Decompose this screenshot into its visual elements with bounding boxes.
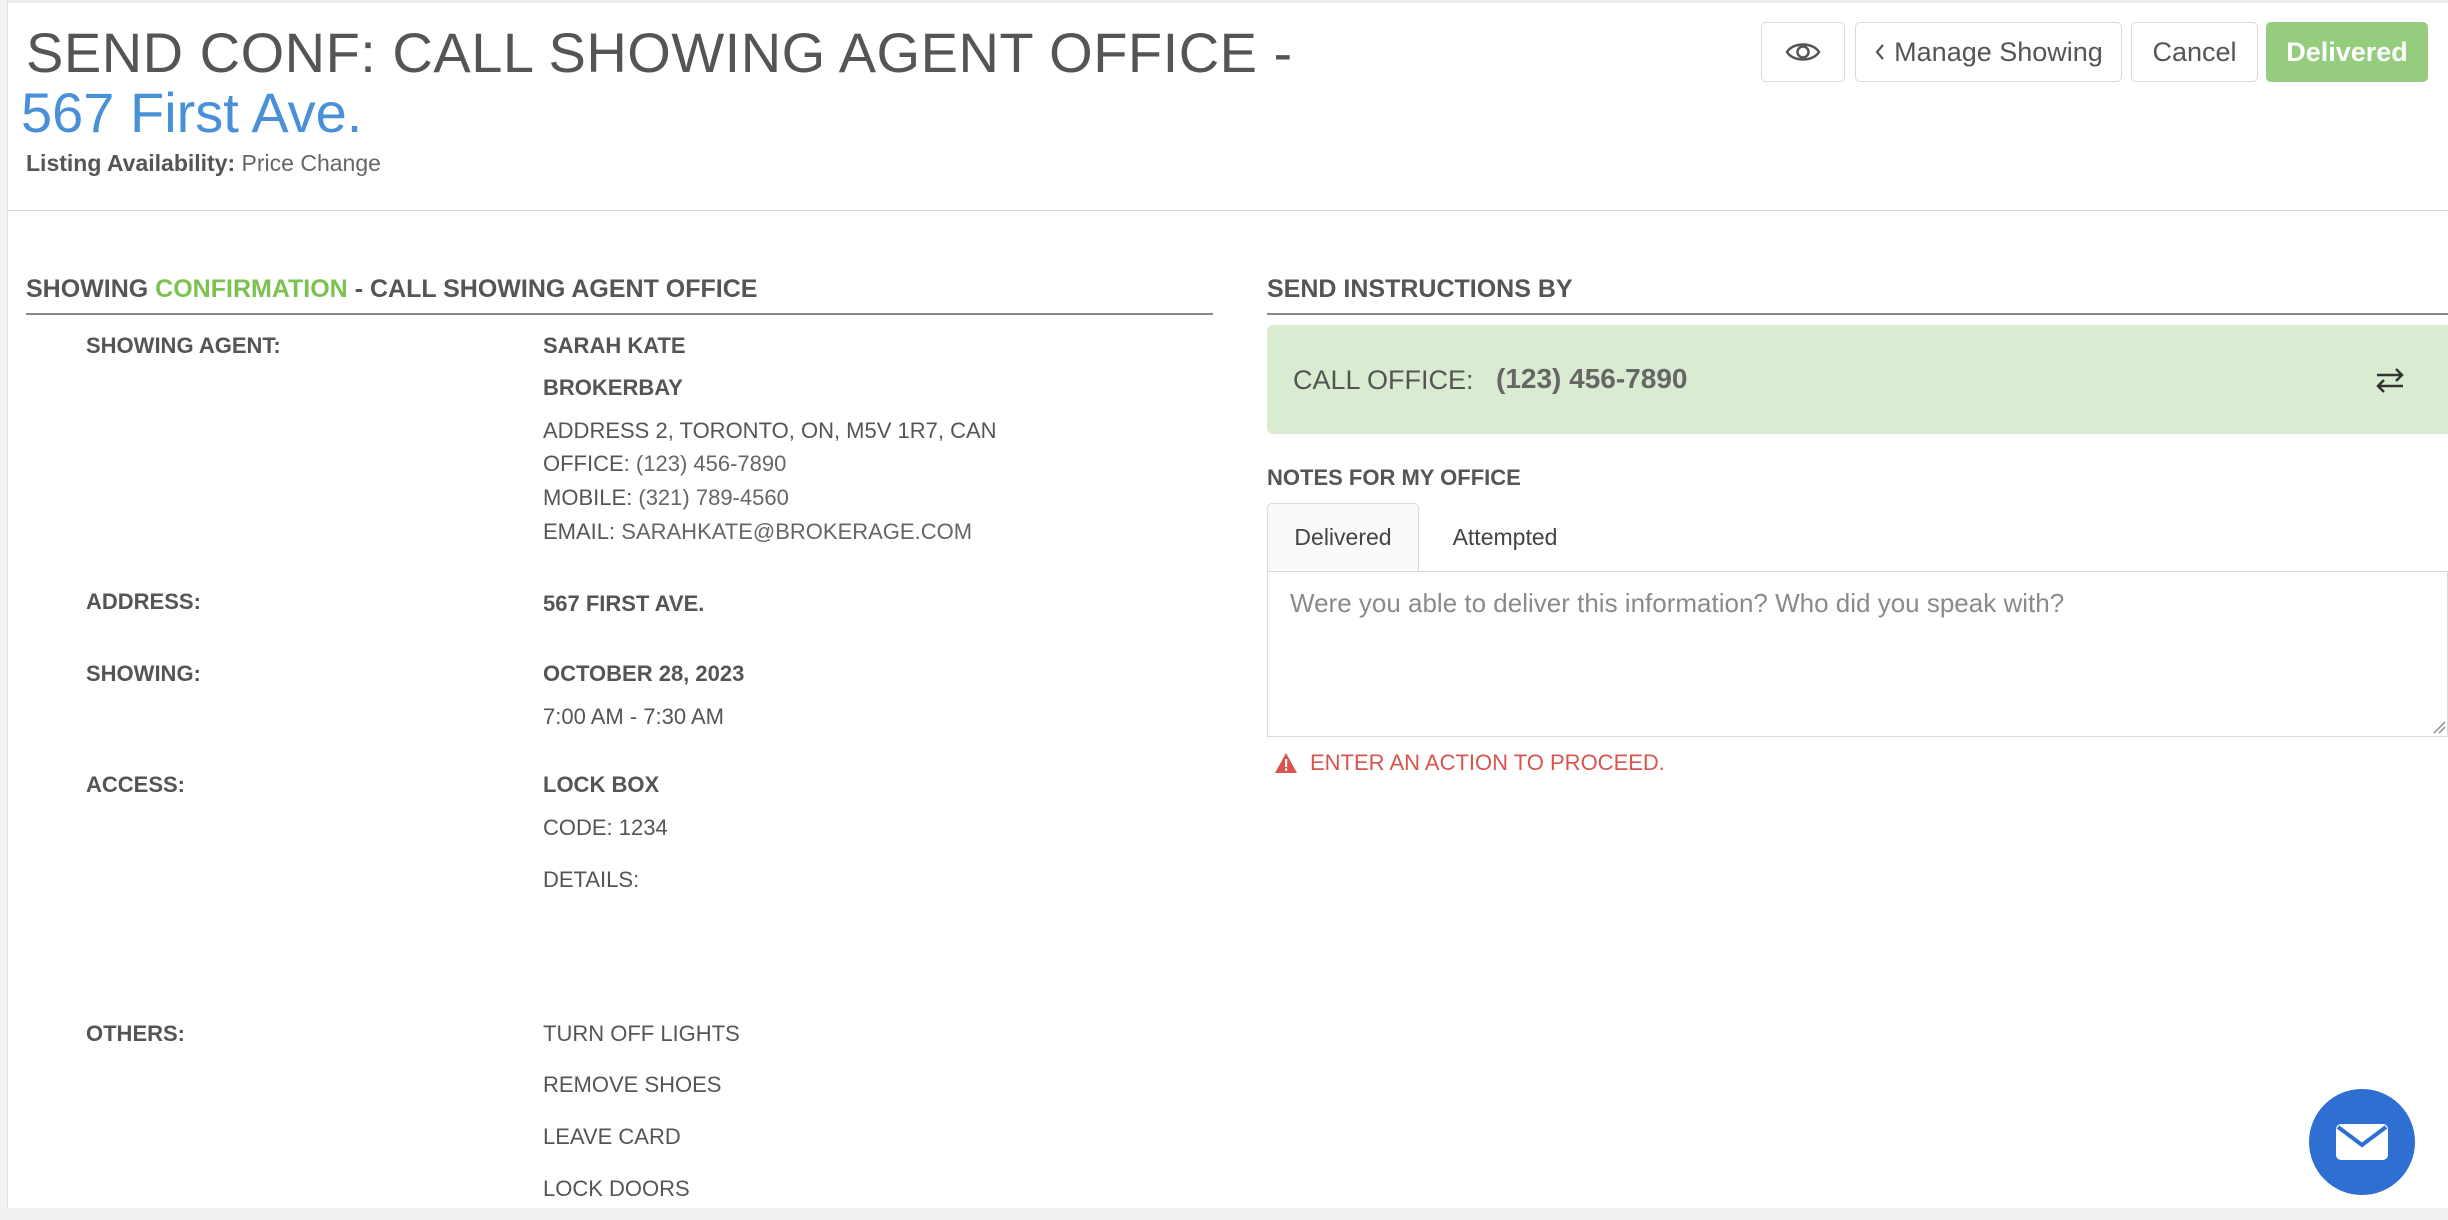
eye-icon — [1785, 43, 1821, 61]
agent-address: ADDRESS 2, TORONTO, ON, M5V 1R7, CAN — [543, 418, 997, 443]
showing-agent-label: SHOWING AGENT: — [86, 333, 281, 358]
showing-date: OCTOBER 28, 2023 — [543, 661, 745, 686]
availability-value: Price Change — [241, 150, 381, 176]
mobile-phone: (321) 789-4560 — [638, 485, 789, 510]
address-value: 567 FIRST AVE. — [543, 591, 705, 616]
validation-error: ENTER AN ACTION TO PROCEED. — [1274, 750, 1665, 776]
email-label: EMAIL: — [543, 519, 616, 544]
title-suffix: - CALL SHOWING AGENT OFFICE — [354, 275, 758, 303]
delivered-button[interactable]: Delivered — [2266, 22, 2428, 82]
resize-handle-icon[interactable] — [2432, 720, 2446, 734]
swap-arrows-icon[interactable] — [2374, 365, 2406, 395]
instructions-divider — [1267, 313, 2448, 315]
warning-icon — [1275, 753, 1297, 773]
notes-textarea[interactable] — [1267, 571, 2448, 737]
access-type: LOCK BOX — [543, 772, 660, 797]
agent-office-phone: OFFICE: (123) 456-7890 — [543, 451, 786, 477]
access-details: DETAILS: — [543, 867, 640, 892]
tab-attempted[interactable]: Attempted — [1430, 503, 1580, 571]
availability-label: Listing Availability: — [26, 150, 236, 176]
list-item: LEAVE CARD — [543, 1124, 681, 1149]
access-label: ACCESS: — [86, 772, 186, 797]
mail-icon — [2336, 1124, 2388, 1160]
top-edge — [0, 0, 2448, 3]
list-item: TURN OFF LIGHTS — [543, 1021, 740, 1046]
office-label: OFFICE: — [543, 451, 630, 476]
email-value: SARAHKATE@BROKERAGE.COM — [621, 519, 973, 544]
confirmation-divider — [26, 313, 1213, 315]
bottom-edge — [0, 1208, 2448, 1220]
title-prefix: SHOWING — [26, 275, 149, 303]
cancel-button[interactable]: Cancel — [2131, 22, 2258, 82]
title-highlight: CONFIRMATION — [155, 275, 348, 303]
agent-email: EMAIL: SARAHKATE@BROKERAGE.COM — [543, 519, 972, 545]
others-label: OTHERS: — [86, 1021, 185, 1046]
showing-time: 7:00 AM - 7:30 AM — [543, 704, 724, 729]
header-divider — [8, 210, 2448, 211]
manage-showing-label: Manage Showing — [1894, 36, 2103, 67]
call-office-label: CALL OFFICE: — [1293, 365, 1474, 395]
notes-title: NOTES FOR MY OFFICE — [1267, 465, 1521, 490]
preview-button[interactable] — [1761, 22, 1845, 82]
chevron-left-icon — [1875, 44, 1885, 60]
instructions-section-title: SEND INSTRUCTIONS BY — [1267, 275, 1573, 303]
mail-button[interactable] — [2309, 1089, 2415, 1195]
office-phone: (123) 456-7890 — [635, 451, 787, 476]
agent-name: SARAH KATE — [543, 333, 686, 358]
showing-label: SHOWING: — [86, 661, 201, 686]
tab-delivered[interactable]: Delivered — [1267, 503, 1419, 571]
access-code: CODE: 1234 — [543, 815, 668, 840]
error-message: ENTER AN ACTION TO PROCEED. — [1310, 750, 1665, 775]
address-label: ADDRESS: — [86, 589, 201, 614]
list-item: LOCK DOORS — [543, 1176, 690, 1201]
call-office-number: (123) 456-7890 — [1496, 363, 1688, 394]
mobile-label: MOBILE: — [543, 485, 633, 510]
agent-mobile-phone: MOBILE: (321) 789-4560 — [543, 485, 789, 511]
confirmation-section-title: SHOWING CONFIRMATION - CALL SHOWING AGEN… — [26, 275, 757, 304]
page-title: SEND CONF: CALL SHOWING AGENT OFFICE - — [26, 21, 1293, 84]
list-item: REMOVE SHOES — [543, 1072, 722, 1097]
left-edge — [0, 0, 8, 1220]
call-office-panel: CALL OFFICE: (123) 456-7890 — [1267, 325, 2448, 434]
agent-brokerage: BROKERBAY — [543, 375, 683, 400]
manage-showing-button[interactable]: Manage Showing — [1855, 22, 2122, 82]
listing-address-link[interactable]: 567 First Ave. — [21, 80, 362, 145]
listing-availability: Listing Availability: Price Change — [26, 150, 381, 177]
